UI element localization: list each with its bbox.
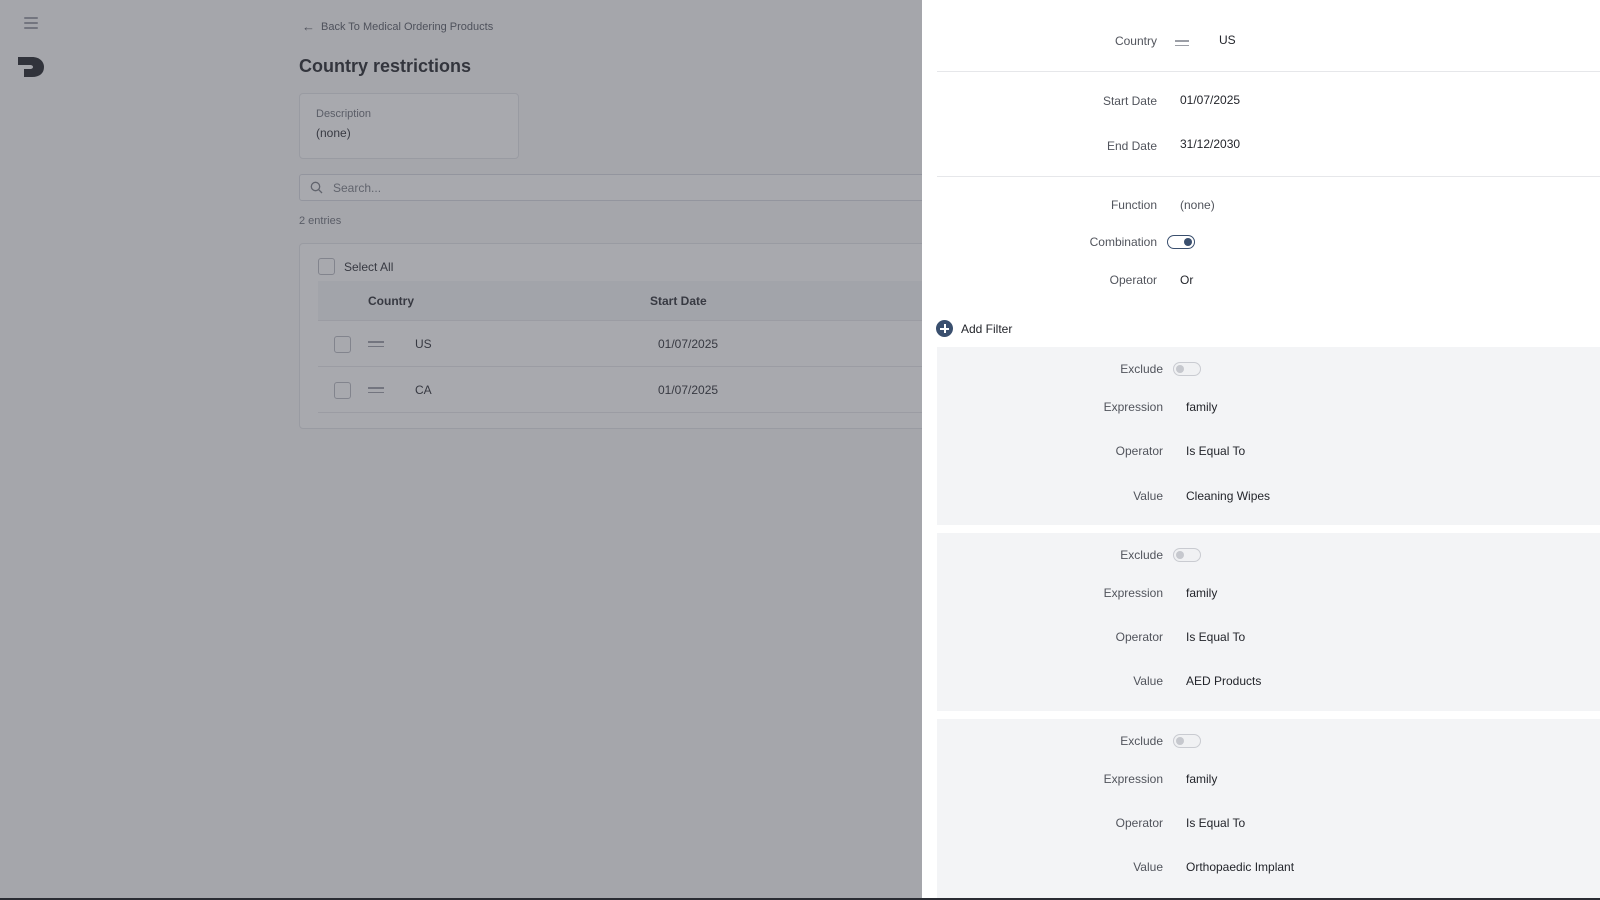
expression-value: family [1186, 400, 1218, 414]
end-date-value: 31/12/2030 [1180, 137, 1241, 151]
value-row: Value [937, 674, 1163, 694]
start-date-label: Start Date [1102, 94, 1157, 108]
exclude-row: Exclude [937, 362, 1163, 382]
country-value: US [1219, 33, 1236, 47]
plus-circle-icon [936, 320, 953, 337]
filter-operator-label: Operator [1115, 630, 1163, 644]
add-filter-button[interactable]: Add Filter [936, 320, 1012, 337]
expression-row: Expression [937, 772, 1163, 792]
filter-operator-value: Is Equal To [1186, 444, 1246, 458]
value-row: Value [937, 489, 1163, 509]
filter-operator-label: Operator [1115, 816, 1163, 830]
detail-drawer: Country US Start Date 01/07/2025 End Dat… [922, 0, 1600, 900]
expression-value: family [1186, 772, 1218, 786]
exclude-label: Exclude [1120, 734, 1163, 748]
end-date-row: End Date [922, 139, 1157, 159]
exclude-label: Exclude [1120, 548, 1163, 562]
country-row: Country [922, 34, 1157, 54]
combination-label: Combination [1089, 235, 1157, 249]
start-date-value: 01/07/2025 [1180, 93, 1241, 107]
function-row: Function [922, 198, 1157, 218]
expression-row: Expression [937, 400, 1163, 420]
value-label: Value [1133, 674, 1163, 688]
modal-overlay[interactable] [0, 0, 922, 900]
operator-value: Or [1180, 273, 1194, 287]
value-row: Value [937, 860, 1163, 880]
function-value: (none) [1180, 198, 1215, 212]
expression-label: Expression [1103, 586, 1163, 600]
filter-operator-label: Operator [1115, 444, 1163, 458]
add-filter-label: Add Filter [961, 321, 1013, 336]
filter-operator-row: Operator [937, 444, 1163, 464]
start-date-row: Start Date [922, 94, 1157, 114]
exclude-row: Exclude [937, 548, 1163, 568]
divider [937, 71, 1600, 72]
expression-label: Expression [1103, 400, 1163, 414]
filter-operator-value: Is Equal To [1186, 630, 1246, 644]
function-label: Function [1110, 198, 1157, 212]
divider [937, 176, 1600, 177]
expression-row: Expression [937, 586, 1163, 606]
exclude-toggle[interactable] [1173, 734, 1201, 748]
operator-label: Operator [1109, 273, 1157, 287]
expression-value: family [1186, 586, 1218, 600]
exclude-toggle[interactable] [1173, 548, 1201, 562]
filter-operator-row: Operator [937, 816, 1163, 836]
filter-card: Exclude Expression family Operator Is Eq… [937, 719, 1600, 898]
exclude-toggle[interactable] [1173, 362, 1201, 376]
filter-card: Exclude Expression family Operator Is Eq… [937, 347, 1600, 525]
filter-value: AED Products [1186, 674, 1262, 688]
end-date-label: End Date [1106, 139, 1157, 153]
value-label: Value [1133, 860, 1163, 874]
filter-value: Orthopaedic Implant [1186, 860, 1295, 874]
country-label: Country [1114, 34, 1157, 48]
combination-row: Combination [922, 235, 1157, 255]
value-label: Value [1133, 489, 1163, 503]
expression-label: Expression [1103, 772, 1163, 786]
exclude-row: Exclude [937, 734, 1163, 754]
equals-icon [1175, 40, 1189, 46]
filter-card: Exclude Expression family Operator Is Eq… [937, 533, 1600, 711]
exclude-label: Exclude [1120, 362, 1163, 376]
combination-toggle[interactable] [1167, 235, 1195, 249]
filter-operator-value: Is Equal To [1186, 816, 1246, 830]
filter-value: Cleaning Wipes [1186, 489, 1271, 503]
filter-operator-row: Operator [937, 630, 1163, 650]
operator-row: Operator [922, 273, 1157, 293]
